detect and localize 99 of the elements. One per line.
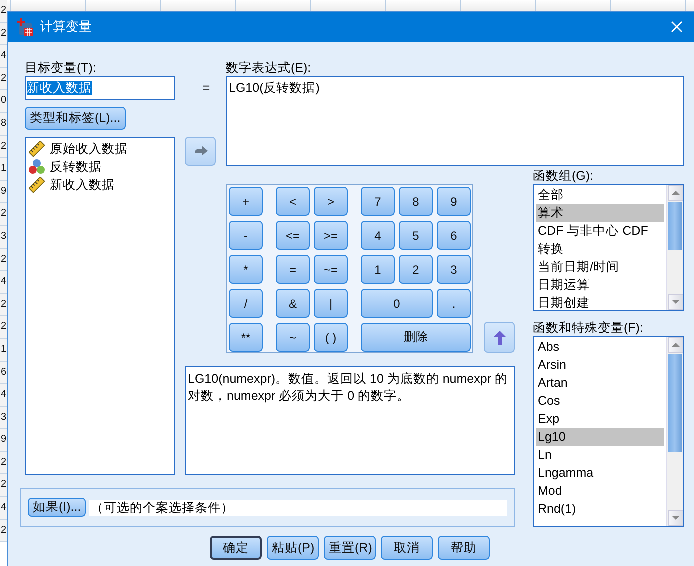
dialog-button[interactable]: 重置(R) (324, 536, 376, 560)
row-number: 9 (1, 186, 7, 197)
row-number: 2 (1, 298, 7, 310)
row-number: 6 (1, 366, 7, 378)
key-button[interactable]: 7 (361, 187, 395, 216)
key-button[interactable]: >= (314, 221, 348, 250)
key-button[interactable]: ( ) (314, 323, 348, 352)
dialog-button[interactable]: 粘贴(P) (267, 536, 319, 560)
key-button[interactable]: = (276, 255, 310, 284)
arrow-button[interactable] (185, 137, 216, 166)
right-arrow-icon (194, 146, 208, 158)
row-number: 1 (1, 344, 7, 355)
dialog-button[interactable]: 确定 (210, 536, 262, 560)
key-button[interactable]: 1 (361, 255, 395, 284)
row-number: 4 (1, 502, 7, 514)
key-button[interactable]: * (229, 255, 263, 284)
key-button[interactable]: - (229, 221, 263, 250)
row-number: 4 (1, 389, 7, 400)
field-label: 函数和特殊变量(F): (533, 320, 644, 336)
row-number: 2 (1, 321, 7, 332)
function-item[interactable]: Rnd(1) (536, 500, 664, 518)
close-icon[interactable] (670, 20, 684, 34)
scrollbar[interactable] (666, 185, 683, 310)
key-button[interactable]: 2 (399, 255, 433, 284)
type-label-button[interactable]: 类型和标签(L)... (25, 107, 126, 130)
dialog-button[interactable]: 帮助 (438, 536, 490, 560)
function-item[interactable]: Abs (536, 338, 664, 356)
key-button[interactable]: 5 (399, 221, 433, 250)
function-group-item[interactable]: 日期创建 (536, 294, 664, 310)
arrow-button[interactable] (484, 322, 515, 353)
function-group-item[interactable]: 算术 (536, 204, 664, 222)
key-button[interactable]: 4 (361, 221, 395, 250)
function-description: LG10(numexpr)。数值。返回以 10 为底数的 numexpr 的对数，numexpr 必须为大于 0 的数字。 (185, 366, 515, 475)
row-number: 2 (1, 479, 7, 490)
key-button[interactable]: & (276, 289, 310, 318)
equals-sign: = (202, 80, 210, 96)
function-item[interactable]: Lngamma (536, 464, 664, 482)
row-number: 2 (1, 208, 7, 220)
key-button[interactable]: ~= (314, 255, 348, 284)
function-item[interactable]: Artan (536, 374, 664, 392)
row-number: 2 (1, 456, 7, 468)
key-button[interactable]: 3 (437, 255, 471, 284)
key-button[interactable]: > (314, 187, 348, 216)
key-button[interactable]: < (276, 187, 310, 216)
key-button[interactable]: 9 (437, 187, 471, 216)
scrollbar[interactable] (666, 337, 683, 526)
row-number: 8 (1, 118, 7, 129)
function-group-item[interactable]: 日期运算 (536, 276, 664, 294)
balls-icon (29, 159, 45, 175)
function-group-item[interactable]: 当前日期/时间 (536, 258, 664, 276)
row-number: 0 (1, 95, 7, 106)
row-number: 4 (1, 50, 7, 62)
function-item[interactable]: Exp (536, 410, 664, 428)
field-label: 函数组(G): (533, 168, 595, 184)
ruler-icon (29, 177, 45, 193)
key-button[interactable]: . (437, 289, 471, 318)
function-group-item[interactable]: CDF 与非中心 CDF (536, 222, 664, 240)
row-number: 3 (1, 412, 7, 423)
row-number: 4 (1, 276, 7, 288)
function-group-item[interactable]: 转换 (536, 240, 664, 258)
function-item[interactable]: Lg10 (536, 428, 664, 446)
key-button[interactable]: 0 (361, 289, 433, 318)
key-button[interactable]: 8 (399, 187, 433, 216)
key-button[interactable]: | (314, 289, 348, 318)
if-button[interactable]: 如果(I)... (28, 498, 86, 517)
row-number: 2 (1, 140, 7, 152)
up-arrow-icon (494, 330, 506, 344)
function-item[interactable]: Ln (536, 446, 664, 464)
field-label: 目标变量(T): (25, 60, 98, 76)
key-button[interactable]: 删除 (361, 323, 471, 352)
expression-field[interactable]: LG10(反转数据) (226, 76, 684, 166)
function-item[interactable]: Mod (536, 482, 664, 500)
key-button[interactable]: / (229, 289, 263, 318)
function-item[interactable]: Arsin (536, 356, 664, 374)
key-button[interactable]: ~ (276, 323, 310, 352)
variable-item[interactable]: 反转数据 (29, 158, 102, 176)
key-button[interactable]: 6 (437, 221, 471, 250)
target-variable-field[interactable]: 新收入数据 (25, 76, 175, 100)
row-number: 2 (1, 524, 7, 536)
row-number: 3 (1, 230, 7, 242)
variable-item[interactable]: 原始收入数据 (29, 140, 128, 158)
variable-item[interactable]: 新收入数据 (29, 176, 115, 194)
condition-field: （可选的个案选择条件） (89, 500, 507, 516)
window-title: 计算变量 (40, 18, 92, 36)
row-number: 2 (1, 254, 7, 265)
key-button[interactable]: + (229, 187, 263, 216)
key-button[interactable]: ** (229, 323, 263, 352)
app-icon (16, 18, 34, 36)
function-item[interactable]: Cos (536, 392, 664, 410)
row-number: 2 (1, 72, 7, 84)
field-label: 数字表达式(E): (226, 60, 312, 76)
function-group-item[interactable]: 全部 (536, 186, 664, 204)
row-number: 9 (1, 434, 7, 446)
key-button[interactable]: <= (276, 221, 310, 250)
dialog-button[interactable]: 取消 (381, 536, 433, 560)
row-number: 2 (1, 5, 7, 16)
ruler-icon (29, 141, 45, 157)
row-number: 1 (1, 163, 7, 174)
row-number: 2 (1, 28, 7, 39)
